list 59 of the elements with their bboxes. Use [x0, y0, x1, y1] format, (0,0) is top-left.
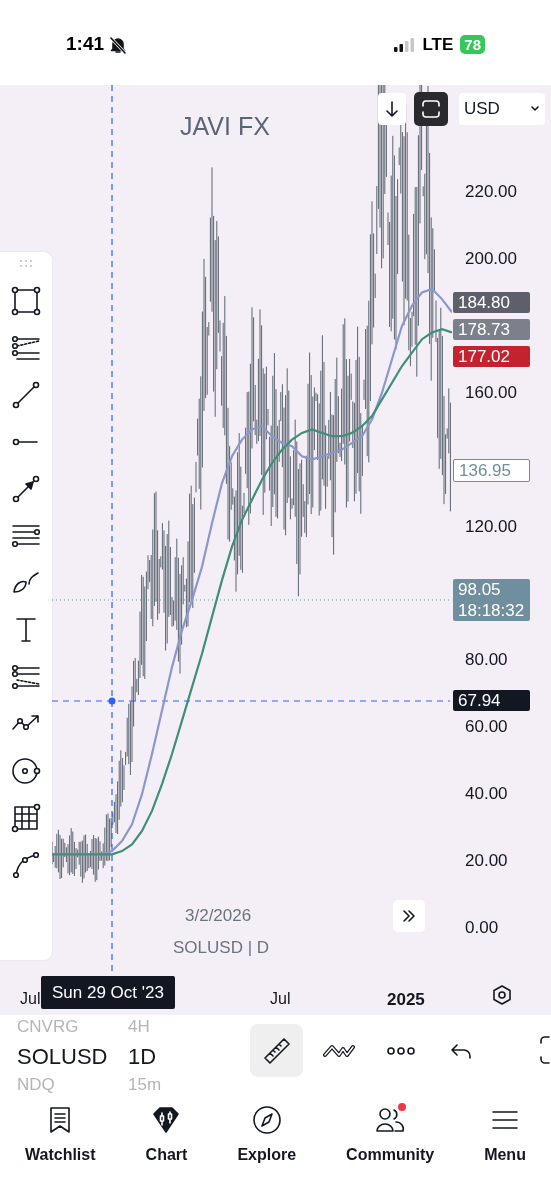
arrow-icon[interactable] — [11, 474, 41, 504]
price-axis-label: 20.00 — [465, 851, 508, 872]
zigzag-icon — [322, 1042, 355, 1059]
parallel-lines-icon[interactable] — [11, 333, 41, 363]
nav-tab[interactable]: Community — [346, 1105, 435, 1167]
price-axis-label: 160.00 — [465, 382, 517, 403]
network-label: LTE — [422, 33, 454, 56]
toolbar-button[interactable] — [250, 1024, 303, 1077]
currency-dropdown[interactable]: USD — [459, 93, 545, 125]
price-tag: 184.80 — [453, 292, 530, 313]
crosshair-date-label: Sun 29 Oct '23 — [41, 976, 175, 1009]
price-axis-label: 60.00 — [465, 717, 508, 738]
grid-icon[interactable] — [11, 803, 41, 833]
circle-icon[interactable] — [11, 756, 41, 786]
price-tag: 178.73 — [453, 318, 530, 340]
price-tag: 136.95 — [453, 459, 530, 483]
chart-watermark: JAVI FX — [180, 111, 270, 142]
price-axis-label: 120.00 — [465, 516, 517, 537]
battery-level: 78 — [460, 35, 485, 54]
fullscreen-button[interactable] — [414, 92, 448, 126]
more-icon — [385, 1045, 416, 1056]
down-arrow-icon — [385, 101, 399, 117]
price-tag: 98.05 18:18:32 — [453, 579, 530, 622]
explore-icon — [251, 1105, 282, 1135]
clock-time: 1:41 — [66, 32, 105, 57]
price-axis-label: 80.00 — [465, 650, 508, 671]
price-tag: 177.02 — [453, 345, 530, 367]
symbol-label: SOLUSD | D — [173, 937, 270, 959]
nav-tab[interactable]: Chart — [145, 1105, 188, 1167]
nav-tab[interactable]: Watchlist — [25, 1105, 96, 1167]
price-tag: 67.94 — [453, 690, 530, 712]
chart-date: 3/2/2026 — [185, 905, 252, 927]
signal-icon — [393, 37, 416, 52]
fib-levels-icon[interactable] — [11, 662, 41, 692]
price-axis-label: 220.00 — [465, 182, 517, 202]
scroll-down-button[interactable] — [378, 93, 406, 125]
price-axis-label: 0.00 — [465, 918, 499, 938]
crosshair-point — [108, 697, 116, 705]
chevron-down-icon — [530, 105, 540, 113]
time-axis-label: Jul — [270, 989, 291, 1009]
price-axis-label: 40.00 — [465, 784, 508, 805]
time-axis-label: 2025 — [387, 989, 425, 1011]
chart-icon — [151, 1105, 182, 1135]
muted-bell-icon — [108, 34, 129, 55]
community-icon — [375, 1105, 406, 1135]
price-axis-label: 200.00 — [465, 248, 517, 269]
rectangle-icon[interactable] — [11, 286, 41, 316]
time-axis-label: Jul — [20, 989, 41, 1009]
scroll-to-latest-button[interactable] — [393, 900, 425, 932]
nav-tab[interactable]: Menu — [484, 1105, 526, 1167]
settings-icon[interactable] — [491, 984, 513, 1006]
frame-icon[interactable] — [538, 1035, 550, 1065]
symbol-picker-item[interactable]: SOLUSD 1D — [17, 1039, 167, 1073]
double-chevron-icon — [402, 910, 416, 922]
ruler-icon — [261, 1035, 292, 1066]
nav-tab[interactable]: Explore — [237, 1105, 297, 1167]
path-icon[interactable] — [11, 850, 41, 880]
trend-line-icon[interactable] — [11, 380, 41, 410]
frame-icon — [422, 100, 440, 118]
